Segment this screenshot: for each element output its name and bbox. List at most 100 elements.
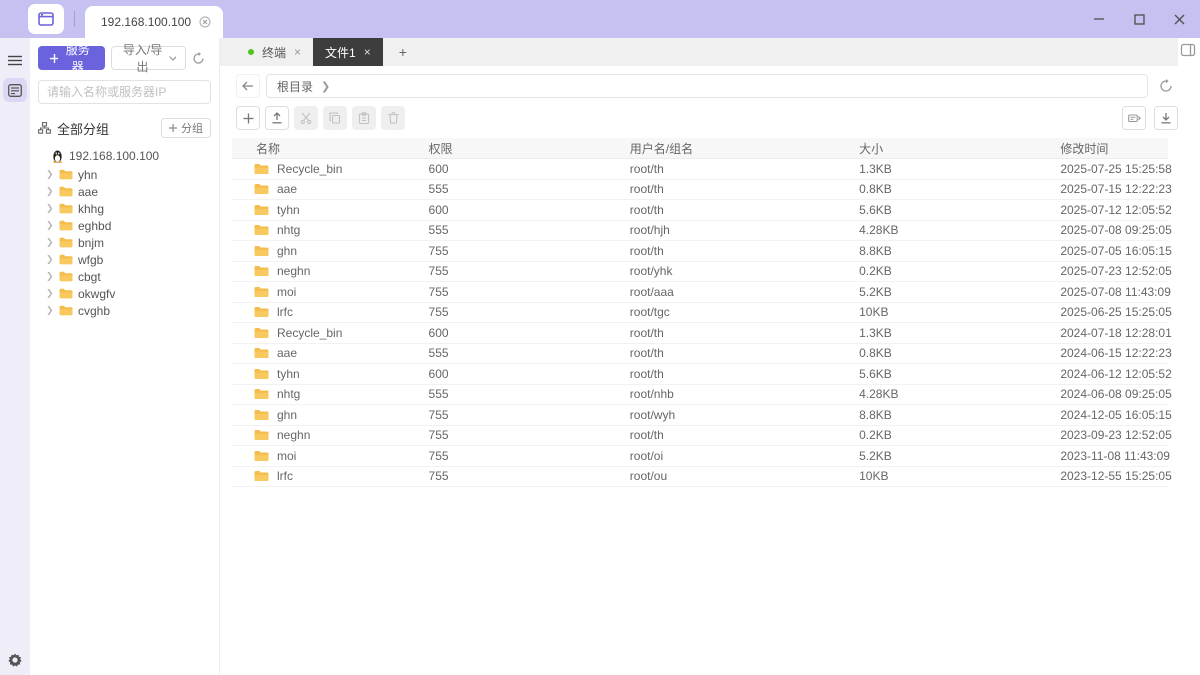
file-size: 1.3KB bbox=[859, 162, 1060, 176]
table-row[interactable]: aae 555 root/th 0.8KB 2025-07-15 12:22:2… bbox=[232, 180, 1168, 201]
chevron-right-icon[interactable]: ❯ bbox=[46, 186, 54, 197]
file-owner: root/th bbox=[630, 203, 859, 217]
breadcrumb[interactable]: 根目录 ❯ bbox=[266, 74, 1148, 98]
back-button[interactable] bbox=[236, 74, 260, 98]
table-row[interactable]: tyhn 600 root/th 5.6KB 2025-07-12 12:05:… bbox=[232, 200, 1168, 221]
add-group-button[interactable]: 分组 bbox=[161, 118, 211, 138]
chevron-right-icon[interactable]: ❯ bbox=[46, 203, 54, 214]
panel-toggle-icon[interactable] bbox=[1180, 42, 1196, 58]
breadcrumb-root[interactable]: 根目录 bbox=[277, 78, 313, 95]
col-header-name[interactable]: 名称 bbox=[232, 140, 429, 157]
tree-folder-item[interactable]: ❯ cvghb bbox=[38, 302, 219, 319]
file-owner: root/th bbox=[630, 346, 859, 360]
file-name: tyhn bbox=[277, 367, 300, 381]
breadcrumb-chevron-icon: ❯ bbox=[321, 80, 330, 93]
tree-host-item[interactable]: 192.168.100.100 bbox=[38, 146, 219, 166]
chevron-right-icon[interactable]: ❯ bbox=[46, 254, 54, 265]
file-size: 5.2KB bbox=[859, 449, 1060, 463]
folder-icon bbox=[254, 306, 269, 318]
maximize-icon[interactable] bbox=[1132, 12, 1146, 26]
upload-button[interactable] bbox=[265, 106, 289, 130]
refresh-icon[interactable] bbox=[1154, 74, 1178, 98]
terminal-status-dot bbox=[248, 49, 254, 55]
file-name: nhtg bbox=[277, 223, 300, 237]
download-button[interactable] bbox=[1154, 106, 1178, 130]
file-mtime: 2025-07-23 12:52:05 bbox=[1060, 264, 1168, 278]
col-header-time[interactable]: 修改时间 bbox=[1060, 140, 1168, 157]
table-row[interactable]: lrfc 755 root/tgc 10KB 2025-06-25 15:25:… bbox=[232, 303, 1168, 324]
tree-folder-item[interactable]: ❯ aae bbox=[38, 183, 219, 200]
tab-close-icon[interactable]: × bbox=[364, 45, 371, 59]
file-name: moi bbox=[277, 285, 296, 299]
tree-folder-item[interactable]: ❯ bnjm bbox=[38, 234, 219, 251]
server-manager-icon[interactable] bbox=[3, 78, 27, 102]
server-search-input[interactable] bbox=[47, 85, 202, 99]
sync-icon[interactable] bbox=[192, 52, 205, 65]
minimize-icon[interactable] bbox=[1092, 12, 1106, 26]
table-row[interactable]: moi 755 root/aaa 5.2KB 2025-07-08 11:43:… bbox=[232, 282, 1168, 303]
file-mtime: 2025-07-08 09:25:05 bbox=[1060, 223, 1168, 237]
chevron-right-icon[interactable]: ❯ bbox=[46, 271, 54, 282]
chevron-right-icon[interactable]: ❯ bbox=[46, 288, 54, 299]
folder-icon bbox=[254, 450, 269, 462]
table-row[interactable]: aae 555 root/th 0.8KB 2024-06-15 12:22:2… bbox=[232, 344, 1168, 365]
table-row[interactable]: nhtg 555 root/hjh 4.28KB 2025-07-08 09:2… bbox=[232, 221, 1168, 242]
tab-terminal[interactable]: 终端 × bbox=[236, 38, 313, 66]
table-row[interactable]: neghn 755 root/th 0.2KB 2023-09-23 12:52… bbox=[232, 426, 1168, 447]
tree-folder-label: bnjm bbox=[78, 236, 104, 250]
session-tab-close-icon[interactable] bbox=[199, 16, 211, 28]
new-tab-button[interactable]: + bbox=[383, 38, 423, 66]
file-permission: 555 bbox=[429, 182, 630, 196]
folder-icon bbox=[254, 204, 269, 216]
chevron-right-icon[interactable]: ❯ bbox=[46, 305, 54, 316]
file-name: Recycle_bin bbox=[277, 162, 342, 176]
new-folder-button[interactable] bbox=[236, 106, 260, 130]
folder-icon bbox=[254, 388, 269, 400]
col-header-perm[interactable]: 权限 bbox=[429, 140, 630, 157]
table-row[interactable]: ghn 755 root/th 8.8KB 2025-07-05 16:05:1… bbox=[232, 241, 1168, 262]
table-row[interactable]: moi 755 root/oi 5.2KB 2023-11-08 11:43:0… bbox=[232, 446, 1168, 467]
tree-folder-label: khhg bbox=[78, 202, 104, 216]
tree-folder-item[interactable]: ❯ khhg bbox=[38, 200, 219, 217]
chevron-right-icon[interactable]: ❯ bbox=[46, 237, 54, 248]
file-size: 8.8KB bbox=[859, 408, 1060, 422]
tab-file[interactable]: 文件1 × bbox=[313, 38, 383, 66]
file-owner: root/th bbox=[630, 182, 859, 196]
file-name: moi bbox=[277, 449, 296, 463]
table-row[interactable]: Recycle_bin 600 root/th 1.3KB 2025-07-25… bbox=[232, 159, 1168, 180]
session-list-icon[interactable] bbox=[3, 48, 27, 72]
table-row[interactable]: nhtg 555 root/nhb 4.28KB 2024-06-08 09:2… bbox=[232, 385, 1168, 406]
close-icon[interactable] bbox=[1172, 12, 1186, 26]
add-server-button[interactable]: 服务器 bbox=[38, 46, 105, 70]
tree-folder-item[interactable]: ❯ cbgt bbox=[38, 268, 219, 285]
table-row[interactable]: Recycle_bin 600 root/th 1.3KB 2024-07-18… bbox=[232, 323, 1168, 344]
transfer-list-button[interactable] bbox=[1122, 106, 1146, 130]
col-header-size[interactable]: 大小 bbox=[859, 140, 1060, 157]
left-rail bbox=[0, 38, 30, 675]
folder-icon bbox=[59, 254, 73, 265]
copy-button bbox=[323, 106, 347, 130]
tab-close-icon[interactable]: × bbox=[294, 45, 301, 59]
tree-folder-item[interactable]: ❯ okwgfv bbox=[38, 285, 219, 302]
chevron-right-icon[interactable]: ❯ bbox=[46, 220, 54, 231]
col-header-user[interactable]: 用户名/组名 bbox=[630, 140, 859, 157]
import-export-button[interactable]: 导入/导出 bbox=[111, 46, 186, 70]
file-mtime: 2025-07-15 12:22:23 bbox=[1060, 182, 1168, 196]
tree-folder-label: wfgb bbox=[78, 253, 103, 267]
file-permission: 755 bbox=[429, 264, 630, 278]
file-size: 1.3KB bbox=[859, 326, 1060, 340]
session-tab[interactable]: 192.168.100.100 bbox=[85, 6, 223, 38]
app-home-tab[interactable] bbox=[28, 4, 64, 34]
settings-gear-icon[interactable] bbox=[0, 653, 30, 667]
file-permission: 600 bbox=[429, 162, 630, 176]
table-row[interactable]: neghn 755 root/yhk 0.2KB 2025-07-23 12:5… bbox=[232, 262, 1168, 283]
tree-folder-item[interactable]: ❯ eghbd bbox=[38, 217, 219, 234]
tree-folder-item[interactable]: ❯ yhn bbox=[38, 166, 219, 183]
table-row[interactable]: tyhn 600 root/th 5.6KB 2024-06-12 12:05:… bbox=[232, 364, 1168, 385]
table-row[interactable]: ghn 755 root/wyh 8.8KB 2024-12-05 16:05:… bbox=[232, 405, 1168, 426]
table-row[interactable]: lrfc 755 root/ou 10KB 2023-12-55 15:25:0… bbox=[232, 467, 1168, 488]
file-name: aae bbox=[277, 346, 297, 360]
tree-folder-item[interactable]: ❯ wfgb bbox=[38, 251, 219, 268]
file-size: 10KB bbox=[859, 469, 1060, 483]
chevron-right-icon[interactable]: ❯ bbox=[46, 169, 54, 180]
